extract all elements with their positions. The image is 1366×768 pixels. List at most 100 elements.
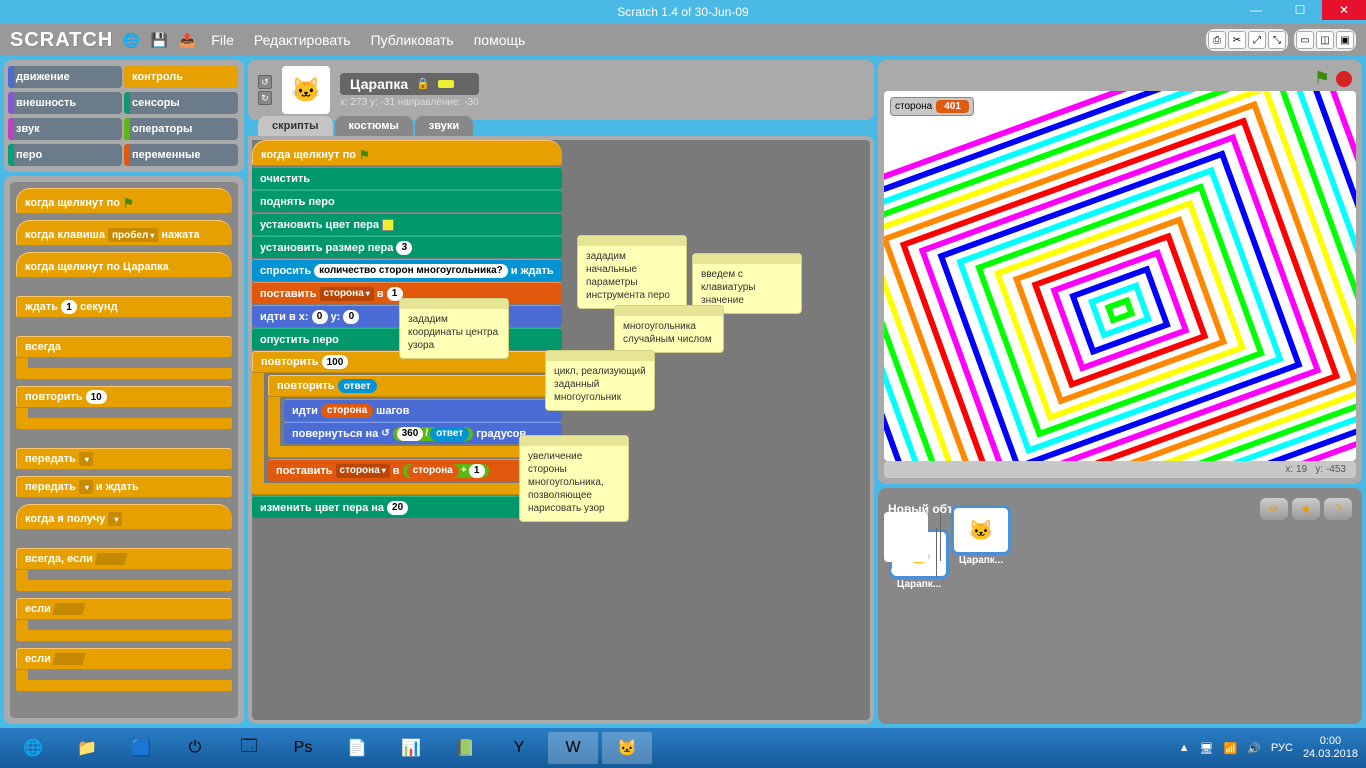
tool-grow[interactable]: ⤢ [1248,31,1266,49]
blk-clear[interactable]: очистить [252,167,562,189]
task-word[interactable]: W [548,732,598,764]
var-monitor-name: сторона [895,101,932,112]
window-controls: — ☐ ✕ [1234,0,1366,20]
scripts-area[interactable]: когда щелкнут по ⚑ очистить поднять перо… [248,136,874,724]
cat-sensing[interactable]: сенсоры [126,92,238,114]
palette-forever[interactable]: всегда [16,336,232,380]
blk-hat[interactable]: когда щелкнут по ⚑ [252,140,562,166]
palette-broadcast[interactable]: передать [16,448,232,470]
comment-1[interactable]: зададим начальные параметры инструмента … [577,235,687,309]
palette-receive[interactable]: когда я получу [16,504,232,530]
palette-if[interactable]: если [16,598,232,642]
block-palette: когда щелкнут по ⚑ когда клавишапробелна… [4,176,244,724]
category-selector: движение контроль внешность сенсоры звук… [4,60,244,172]
comment-4[interactable]: зададим координаты центра узора [399,298,509,359]
menu-publish[interactable]: Публиковать [365,28,460,52]
tray-network-icon[interactable]: 📶 [1224,742,1238,755]
tab-costumes[interactable]: костюмы [335,116,413,136]
blk-repeat-outer[interactable]: повторить100 повторитьответ идтисторонаш… [252,351,562,495]
stage-thumbnail[interactable] [884,512,928,546]
task-explorer[interactable]: 📁 [62,732,112,764]
view-small[interactable]: ▭ [1296,31,1314,49]
menu-help[interactable]: помощь [468,28,532,52]
window-title: Scratch 1.4 of 30-Jun-09 [617,5,748,19]
cat-motion[interactable]: движение [10,66,122,88]
blk-ask[interactable]: спроситьколичество сторон многоугольника… [252,259,562,281]
menu-edit[interactable]: Редактировать [248,28,357,52]
sprite-panel: Новый объект: ✏ ★ ? 🐱 Царапк... Сцена [878,488,1362,724]
blk-move[interactable]: идтисторонашагов [284,399,562,421]
cat-looks[interactable]: внешность [10,92,122,114]
cat-control[interactable]: контроль [126,66,238,88]
tray-icon2[interactable]: 🖥 [1200,742,1214,755]
task-app3[interactable]: 📄 [332,732,382,764]
lock-icon[interactable]: 🔒 [416,77,430,90]
palette-broadcast-wait[interactable]: передатьи ждать [16,476,232,498]
task-app2[interactable]: 🗔 [224,732,274,764]
task-ie[interactable]: 🌐 [8,732,58,764]
palette-wait[interactable]: ждать1секунд [16,296,232,318]
draggable-toggle[interactable] [438,80,454,88]
task-ps[interactable]: Ps [278,732,328,764]
sprite-prev[interactable]: ↺ [258,75,272,89]
maximize-button[interactable]: ☐ [1278,0,1322,20]
blk-setsize[interactable]: установить размер пера3 [252,236,562,258]
task-scratch[interactable]: 🐱 [602,732,652,764]
comment-6[interactable]: увеличение стороны многоугольника, позво… [519,435,629,522]
palette-repeat[interactable]: повторить10 [16,386,232,430]
save-icon[interactable]: 💾 [149,30,169,50]
cat-sound[interactable]: звук [10,118,122,140]
globe-icon[interactable]: 🌐 [121,30,141,50]
task-yandex[interactable]: Y [494,732,544,764]
palette-hat-flag[interactable]: когда щелкнут по ⚑ [16,188,232,214]
tray-lang[interactable]: РУС [1271,742,1293,754]
scratch-logo: SCRATCH [10,29,113,52]
task-power[interactable]: ⏻ [170,732,220,764]
stage-coords: x: 19 y: -453 [884,461,1356,478]
sprite-name[interactable]: Царапка [350,76,408,92]
tool-shrink[interactable]: ⤡ [1268,31,1286,49]
task-ppt[interactable]: 📊 [386,732,436,764]
sprite-thumb-1[interactable]: 🐱 [954,508,1008,552]
sprite-next[interactable]: ↻ [258,91,272,105]
task-app1[interactable]: 🟦 [116,732,166,764]
cat-pen[interactable]: перо [10,144,122,166]
stage[interactable]: сторона 401 [884,91,1356,461]
stage-container: ⚑ сторона 401 [878,60,1362,484]
tool-cut[interactable]: ✂ [1228,31,1246,49]
menu-file[interactable]: File [205,28,240,52]
tab-sounds[interactable]: звуки [415,116,473,136]
blk-penup[interactable]: поднять перо [252,190,562,212]
variable-monitor[interactable]: сторона 401 [890,97,974,116]
minimize-button[interactable]: — [1234,0,1278,20]
paint-sprite-button[interactable]: ✏ [1260,498,1288,520]
tab-scripts[interactable]: скрипты [258,116,333,136]
windows-taskbar: 🌐 📁 🟦 ⏻ 🗔 Ps 📄 📊 📗 Y W 🐱 ▲ 🖥 📶 🔊 РУС 0:0… [0,728,1366,768]
palette-hat-sprite[interactable]: когда щелкнут по Царапка [16,252,232,278]
comment-5[interactable]: цикл, реализующий заданный многоугольник [545,350,655,411]
blk-chgcolor[interactable]: изменить цвет пера на20 [252,496,562,518]
blk-setvar2[interactable]: поставитьсторонавсторона+1 [268,459,562,481]
close-button[interactable]: ✕ [1322,0,1366,20]
palette-if2[interactable]: если [16,648,232,692]
import-sprite-button[interactable]: ★ [1292,498,1320,520]
comment-3[interactable]: многоугольника случайным числом [614,305,724,353]
share-icon[interactable]: 📤 [177,30,197,50]
tool-stamp[interactable]: ⎙ [1208,31,1226,49]
task-excel[interactable]: 📗 [440,732,490,764]
blk-setcolor[interactable]: установить цвет пера [252,213,562,235]
cat-operators[interactable]: операторы [126,118,238,140]
tray-clock[interactable]: 0:00 24.03.2018 [1303,735,1358,761]
view-present[interactable]: ▣ [1336,31,1354,49]
cat-variables[interactable]: переменные [126,144,238,166]
tray-icon[interactable]: ▲ [1179,742,1190,754]
tray-volume-icon[interactable]: 🔊 [1247,742,1261,755]
view-medium[interactable]: ◫ [1316,31,1334,49]
blk-repeat-inner[interactable]: повторитьответ идтисторонашагов повернут… [268,375,562,458]
surprise-sprite-button[interactable]: ? [1324,498,1352,520]
stop-button[interactable] [1336,71,1352,87]
stage-label: Сцена [891,550,922,561]
palette-forever-if[interactable]: всегда, если [16,548,232,592]
palette-hat-key[interactable]: когда клавишапробелнажата [16,220,232,246]
green-flag-button[interactable]: ⚑ [1314,68,1330,89]
